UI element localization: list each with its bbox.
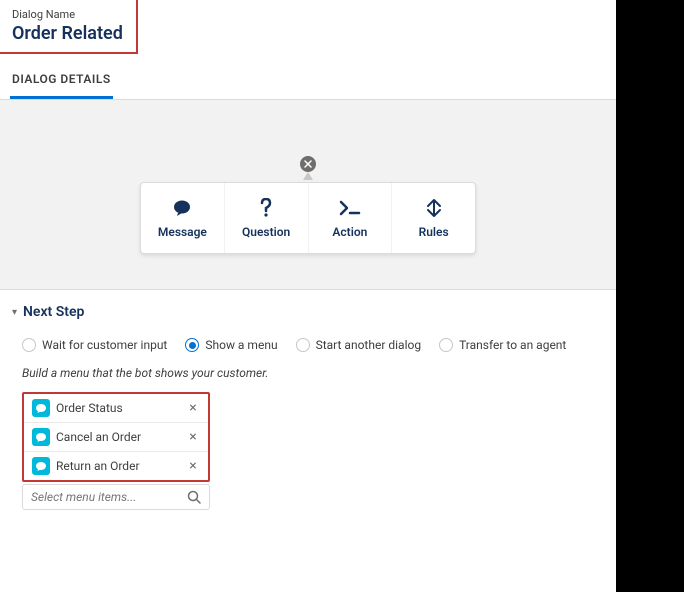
radio-circle (22, 338, 36, 352)
node-type-card: Message Question Action Rules (140, 182, 476, 254)
radio-label: Show a menu (205, 338, 277, 352)
menu-item-label: Order Status (56, 401, 180, 415)
node-message-label: Message (145, 225, 220, 239)
node-action[interactable]: Action (309, 183, 393, 253)
chat-icon (32, 428, 50, 446)
tab-row: DIALOG DETAILS (0, 60, 616, 100)
menu-hint: Build a menu that the bot shows your cus… (22, 366, 604, 380)
dialog-name-label: Dialog Name (12, 8, 124, 21)
rules-icon (396, 197, 471, 219)
radio-circle-selected (185, 338, 199, 352)
menu-item-order-status[interactable]: Order Status × (24, 394, 208, 423)
dialog-name-header: Dialog Name Order Related (0, 0, 138, 54)
radio-show-menu[interactable]: Show a menu (185, 338, 277, 352)
search-icon (187, 490, 201, 504)
action-icon (313, 197, 388, 219)
node-action-label: Action (313, 225, 388, 239)
question-icon (229, 197, 304, 219)
dialog-name-title: Order Related (12, 23, 124, 44)
radio-dot (189, 342, 196, 349)
radio-label: Start another dialog (316, 338, 422, 352)
canvas: Message Question Action Rules (0, 100, 616, 290)
radio-transfer-agent[interactable]: Transfer to an agent (439, 338, 566, 352)
menu-item-return-order[interactable]: Return an Order × (24, 452, 208, 480)
node-rules-label: Rules (396, 225, 471, 239)
radio-label: Transfer to an agent (459, 338, 566, 352)
next-step-header[interactable]: ▾ Next Step (12, 304, 604, 320)
radio-wait-input[interactable]: Wait for customer input (22, 338, 167, 352)
next-step-section: ▾ Next Step Wait for customer input Show… (0, 290, 616, 524)
menu-item-search[interactable] (22, 484, 210, 510)
node-message[interactable]: Message (141, 183, 225, 253)
tab-dialog-details[interactable]: DIALOG DETAILS (10, 60, 113, 99)
node-question-label: Question (229, 225, 304, 239)
search-input[interactable] (31, 490, 187, 504)
node-rules[interactable]: Rules (392, 183, 475, 253)
next-step-radio-row: Wait for customer input Show a menu Star… (22, 338, 604, 352)
chat-icon (32, 399, 50, 417)
menu-item-label: Cancel an Order (56, 430, 180, 444)
remove-menu-item[interactable]: × (186, 429, 200, 445)
message-icon (145, 197, 220, 219)
close-icon (304, 160, 312, 168)
radio-circle (296, 338, 310, 352)
chat-icon (32, 457, 50, 475)
node-question[interactable]: Question (225, 183, 309, 253)
menu-items-box: Order Status × Cancel an Order × Return … (22, 392, 210, 482)
remove-menu-item[interactable]: × (186, 458, 200, 474)
close-node-button[interactable] (300, 156, 316, 172)
remove-menu-item[interactable]: × (186, 400, 200, 416)
radio-start-dialog[interactable]: Start another dialog (296, 338, 422, 352)
radio-label: Wait for customer input (42, 338, 167, 352)
chevron-down-icon: ▾ (12, 307, 17, 318)
menu-item-cancel-order[interactable]: Cancel an Order × (24, 423, 208, 452)
next-step-title: Next Step (23, 304, 84, 320)
black-strip (616, 0, 684, 592)
radio-circle (439, 338, 453, 352)
menu-item-label: Return an Order (56, 459, 180, 473)
